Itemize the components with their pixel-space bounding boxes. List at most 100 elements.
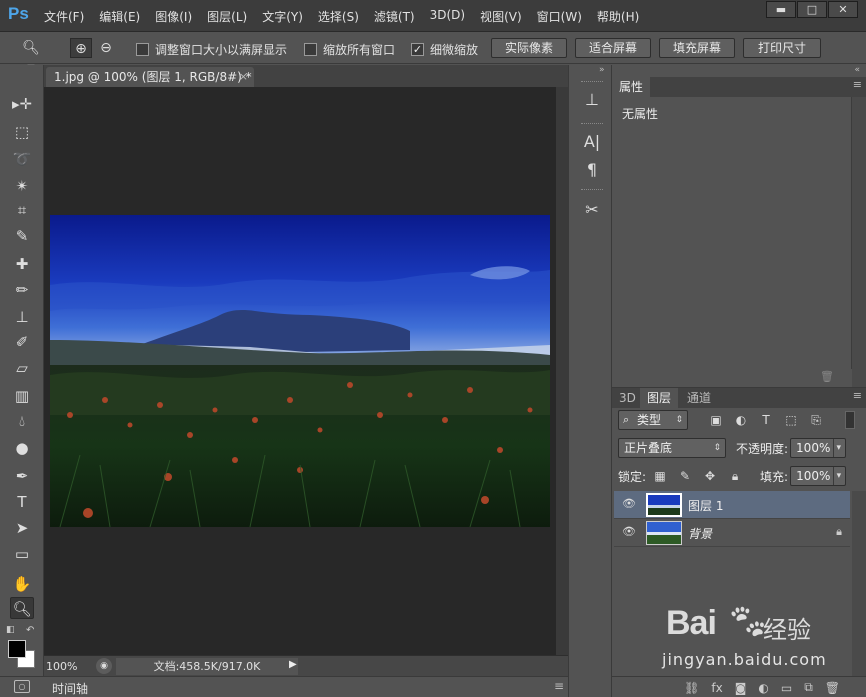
zoom-level[interactable]: 100% [46, 660, 77, 673]
eyedropper-tool-icon[interactable]: ✎ [10, 225, 34, 247]
swap-colors-icon[interactable]: ↶ [26, 625, 34, 636]
eraser-tool-icon[interactable]: ▱ [10, 357, 34, 379]
menu-file[interactable]: 文件(F) [44, 8, 84, 25]
filter-adjustment-icon[interactable]: ◐ [733, 412, 749, 428]
opacity-input[interactable]: 100% ▾ [790, 438, 847, 458]
paragraph-panel-icon[interactable]: ¶ [581, 159, 603, 181]
visibility-eye-icon[interactable]: 👁︎ [622, 497, 636, 511]
hand-tool-icon[interactable]: ✋ [10, 573, 34, 595]
panel-grip[interactable] [581, 81, 603, 84]
menu-help[interactable]: 帮助(H) [597, 8, 639, 25]
blend-mode-select[interactable]: 正片叠底 ⇕ [618, 438, 726, 458]
lock-transparency-icon[interactable]: ▦ [652, 468, 668, 484]
menu-layer[interactable]: 图层(L) [207, 8, 247, 25]
status-info-icon[interactable]: ◉ [96, 658, 112, 674]
blur-tool-icon[interactable]: 💧︎ [10, 410, 34, 432]
collapse-icon[interactable]: » [599, 65, 605, 75]
healing-brush-tool-icon[interactable]: ✚ [10, 253, 34, 275]
timeline-tab[interactable]: 时间轴 [52, 680, 88, 697]
crop-tool-icon[interactable]: ⌗ [10, 199, 34, 221]
zoom-in-icon[interactable]: ⊕ [70, 38, 92, 58]
filter-smart-object-icon[interactable]: ⎘ [808, 412, 824, 428]
checkmark-icon[interactable]: ✓ [411, 43, 424, 56]
checkbox-box[interactable] [304, 43, 317, 56]
menu-edit[interactable]: 编辑(E) [99, 8, 140, 25]
fit-screen-button[interactable]: 适合屏幕 [575, 38, 651, 58]
maximize-button[interactable]: □ [797, 1, 827, 18]
chevron-down-icon[interactable]: ▾ [832, 439, 841, 457]
checkbox-box[interactable] [136, 43, 149, 56]
fill-input[interactable]: 100% ▾ [790, 466, 847, 486]
magic-wand-tool-icon[interactable]: ✴ [10, 175, 34, 197]
zoom-tool-icon[interactable]: 🔍︎ [10, 597, 34, 619]
chevron-down-icon[interactable]: ▾ [832, 467, 841, 485]
close-tab-icon[interactable]: × [239, 67, 248, 87]
lock-position-icon[interactable]: ✥ [702, 468, 718, 484]
tab-channels[interactable]: 通道 [680, 388, 718, 408]
brush-presets-icon[interactable]: ✂ [581, 199, 603, 221]
tab-3d[interactable]: 3D [612, 388, 643, 408]
menu-select[interactable]: 选择(S) [318, 8, 359, 25]
properties-scrollbar[interactable] [852, 97, 866, 387]
layer-name[interactable]: 背景 [688, 525, 712, 542]
gradient-tool-icon[interactable]: ▥ [10, 385, 34, 407]
marquee-tool-icon[interactable]: ⬚ [10, 121, 34, 143]
dodge-tool-icon[interactable]: ● [10, 437, 34, 459]
actual-pixels-button[interactable]: 实际像素 [491, 38, 567, 58]
menu-window[interactable]: 窗口(W) [537, 8, 582, 25]
filter-toggle[interactable] [845, 411, 855, 429]
expand-panels-icon[interactable]: « [854, 65, 860, 75]
document-tab[interactable]: 1.jpg @ 100% (图层 1, RGB/8#) * × [46, 67, 254, 87]
lasso-tool-icon[interactable]: ➰ [10, 148, 34, 170]
clone-stamp-tool-icon[interactable]: ⊥ [10, 306, 34, 328]
brush-tool-icon[interactable]: ✏ [10, 279, 34, 301]
type-tool-icon[interactable]: T [10, 491, 34, 513]
layer-name[interactable]: 图层 1 [688, 497, 723, 514]
filter-type-icon[interactable]: T [758, 412, 774, 428]
tab-properties[interactable]: 属性 [612, 77, 651, 97]
layer-row-background[interactable]: 👁︎ 背景 🔒︎ [614, 519, 850, 547]
panel-grip[interactable] [581, 189, 603, 192]
panel-menu-icon[interactable]: ≡ [554, 679, 564, 693]
tab-layers[interactable]: 图层 [640, 388, 679, 408]
status-menu-arrow-icon[interactable]: ▶ [289, 659, 297, 670]
panel-grip[interactable] [581, 123, 603, 126]
visibility-eye-icon[interactable]: 👁︎ [622, 525, 636, 539]
filter-kind-select[interactable]: ⌕ 类型 ⇕ [618, 410, 688, 430]
scrubby-zoom-checkbox[interactable]: ✓ 细微缩放 [411, 41, 478, 58]
lock-all-icon[interactable]: 🔒︎ [727, 468, 743, 484]
canvas-area[interactable] [44, 87, 556, 655]
menu-filter[interactable]: 滤镜(T) [374, 8, 415, 25]
foreground-color-swatch[interactable] [8, 640, 26, 658]
layer-row-layer-1[interactable]: 👁︎ 图层 1 [614, 491, 850, 519]
move-tool-icon[interactable]: ▸✛ [10, 93, 34, 115]
menu-3d[interactable]: 3D(D) [430, 8, 465, 25]
close-button[interactable]: ✕ [828, 1, 858, 18]
lock-pixels-icon[interactable]: ✎ [677, 468, 693, 484]
menu-view[interactable]: 视图(V) [480, 8, 522, 25]
panel-menu-icon[interactable]: ≡ [853, 389, 862, 402]
minimize-button[interactable]: ▬ [766, 1, 796, 18]
tool-presets-icon[interactable]: ⊥ [581, 89, 603, 111]
path-selection-tool-icon[interactable]: ➤ [10, 517, 34, 539]
menu-image[interactable]: 图像(I) [155, 8, 192, 25]
zoom-out-icon[interactable]: ⊖ [95, 38, 117, 58]
document-image[interactable] [50, 215, 550, 527]
filter-shape-icon[interactable]: ⬚ [783, 412, 799, 428]
character-panel-icon[interactable]: A| [581, 131, 603, 153]
panel-menu-icon[interactable]: ≡ [853, 78, 862, 91]
fill-screen-button[interactable]: 填充屏幕 [659, 38, 735, 58]
zoom-tool-preset-icon[interactable]: 🔍︎▾ [20, 38, 42, 76]
trash-icon[interactable]: 🗑︎ [820, 370, 834, 383]
shape-tool-icon[interactable]: ▭ [10, 543, 34, 565]
print-size-button[interactable]: 打印尺寸 [743, 38, 821, 58]
default-colors-icon[interactable]: ◧ [6, 625, 15, 635]
filter-pixel-icon[interactable]: ▣ [708, 412, 724, 428]
history-brush-tool-icon[interactable]: ✐ [10, 331, 34, 353]
menu-type[interactable]: 文字(Y) [262, 8, 303, 25]
zoom-all-windows-checkbox[interactable]: 缩放所有窗口 [304, 41, 395, 58]
screen-mode-icon[interactable]: ○ [14, 680, 30, 693]
resize-windows-checkbox[interactable]: 调整窗口大小以满屏显示 [136, 41, 287, 58]
canvas-vertical-scrollbar[interactable] [556, 87, 568, 655]
pen-tool-icon[interactable]: ✒ [10, 465, 34, 487]
